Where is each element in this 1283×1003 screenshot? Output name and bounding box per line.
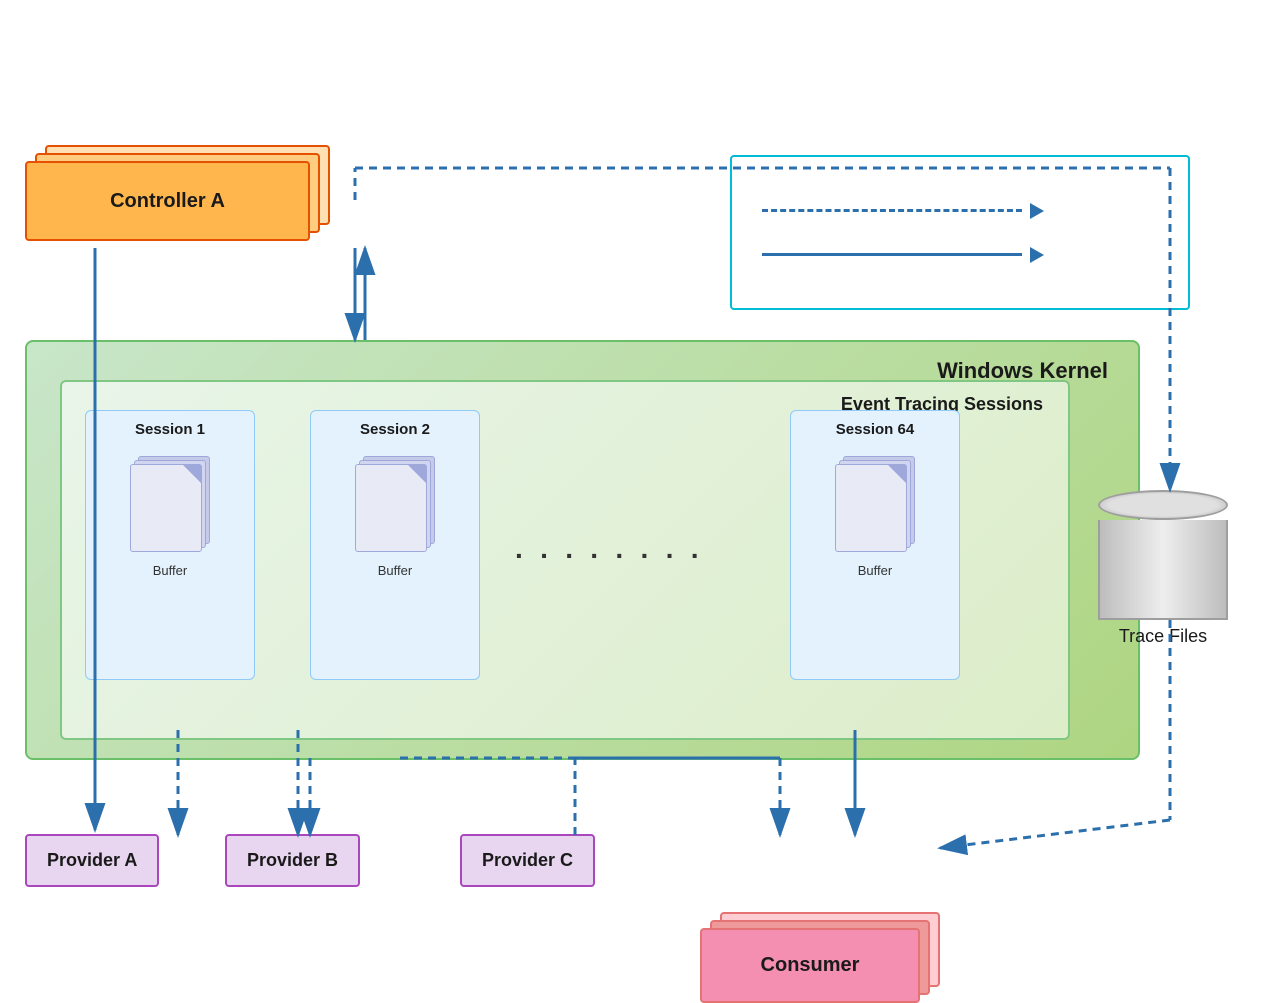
provider-c-label: Provider C (482, 850, 573, 870)
session-1-box: Session 1 Buffer (85, 410, 255, 680)
buffer-1-icon (130, 456, 210, 551)
doc-corner-64 (888, 465, 906, 483)
session-64-label: Session 64 (836, 421, 914, 438)
doc-layer-1c (130, 464, 202, 552)
cylinder-body (1098, 520, 1228, 620)
legend-box (730, 155, 1190, 310)
legend-arrow-dotted (1030, 203, 1044, 219)
provider-a-box: Provider A (25, 834, 159, 887)
legend-row-dotted (762, 203, 1158, 219)
doc-corner-2 (408, 465, 426, 483)
cylinder-top (1098, 490, 1228, 520)
legend-row-solid (762, 247, 1158, 263)
consumer-label: Consumer (761, 954, 860, 977)
buffer-2-icon (355, 456, 435, 551)
trace-cylinder: Trace Files (1098, 490, 1228, 647)
legend-solid-line (762, 253, 1022, 256)
provider-b-box: Provider B (225, 834, 360, 887)
buffer-2-label: Buffer (378, 563, 412, 578)
session-2-label: Session 2 (360, 421, 430, 438)
session-2-box: Session 2 Buffer (310, 410, 480, 680)
doc-layer-64c (835, 464, 907, 552)
ctrl-layer-3: Controller A (25, 161, 310, 241)
trace-files-label: Trace Files (1098, 626, 1228, 647)
session-64-box: Session 64 Buffer (790, 410, 960, 680)
buffer-64-label: Buffer (858, 563, 892, 578)
controller-box: Controller A (25, 145, 345, 245)
buffer-1-label: Buffer (153, 563, 187, 578)
doc-layer-2c (355, 464, 427, 552)
doc-corner-1 (183, 465, 201, 483)
diagram: Windows Kernel Event Tracing Sessions Se… (0, 0, 1283, 932)
consumer-layer-3: Consumer (700, 928, 920, 1003)
controller-label: Controller A (110, 190, 225, 213)
legend-arrow-solid (1030, 247, 1044, 263)
provider-b-label: Provider B (247, 850, 338, 870)
session-1-label: Session 1 (135, 421, 205, 438)
trace-consumer-dashed-2 (940, 820, 1170, 848)
dots-separator: · · · · · · · · (515, 540, 704, 572)
provider-a-label: Provider A (47, 850, 137, 870)
legend-dotted-line (762, 209, 1022, 212)
buffer-64-icon (835, 456, 915, 551)
provider-c-box: Provider C (460, 834, 595, 887)
